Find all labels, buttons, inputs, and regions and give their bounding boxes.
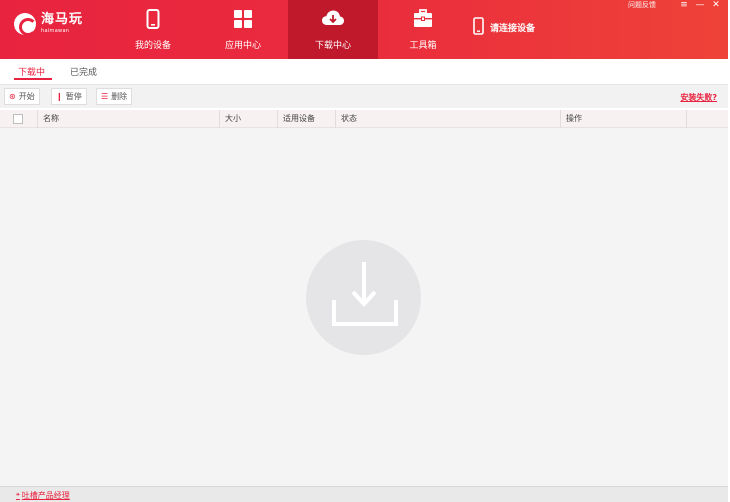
device-icon <box>473 17 484 38</box>
nav-tab-my-devices[interactable]: 我的设备 <box>108 0 198 59</box>
feedback-product-link[interactable]: ❝ 吐槽产品经理 <box>16 490 70 501</box>
start-label: 开始 <box>18 92 35 101</box>
window-controls: 问题反馈 ≡ — ✕ <box>628 0 724 10</box>
connect-device-label: 请连接设备 <box>490 24 536 34</box>
column-header-device[interactable]: 适用设备 <box>277 110 335 128</box>
download-list <box>0 128 728 486</box>
column-header-name[interactable]: 名称 <box>37 110 219 128</box>
nav-tab-label: 下载中心 <box>314 41 351 51</box>
cloud-download-icon <box>321 9 345 27</box>
column-header-status[interactable]: 状态 <box>335 110 560 128</box>
nav-tab-app-center[interactable]: 应用中心 <box>198 0 288 59</box>
column-header-action[interactable]: 操作 <box>560 110 686 128</box>
empty-state <box>306 240 421 355</box>
menu-icon[interactable]: ≡ <box>676 0 692 10</box>
minimize-icon[interactable]: — <box>692 0 708 10</box>
nav-tab-toolbox[interactable]: 工具箱 <box>378 0 468 59</box>
pause-label: 暂停 <box>65 92 82 101</box>
close-icon[interactable]: ✕ <box>708 0 724 10</box>
download-tray-icon <box>332 262 398 326</box>
app-header: 海马玩 haimawan 我的设备 应用中心 下载中心 工具箱 请连接设备 问题… <box>0 0 728 59</box>
phone-icon <box>146 9 160 29</box>
pause-button[interactable]: ❙ 暂停 <box>51 88 87 105</box>
logo-icon <box>14 13 37 36</box>
feedback-button[interactable]: 问题反馈 <box>628 0 656 10</box>
install-failed-link[interactable]: 安装失败? <box>680 92 717 103</box>
comment-icon: ❝ <box>16 491 20 500</box>
select-all-checkbox[interactable] <box>13 114 23 124</box>
connect-device-button[interactable]: 请连接设备 <box>473 17 535 38</box>
toolbox-icon <box>413 9 433 28</box>
delete-button[interactable]: ☰ 删除 <box>96 88 133 105</box>
download-subtabs: 下载中 已完成 <box>0 59 728 83</box>
start-button[interactable]: ⊛ 开始 <box>4 88 40 105</box>
grid-icon <box>233 9 253 29</box>
table-header: 名称 大小 适用设备 状态 操作 <box>0 110 728 128</box>
tab-downloading[interactable]: 下载中 <box>18 65 45 78</box>
logo-title: 海马玩 <box>41 12 84 27</box>
logo-subtitle: haimawan <box>41 28 70 34</box>
start-icon: ⊛ <box>9 92 16 101</box>
nav-tab-label: 应用中心 <box>224 41 261 51</box>
download-toolbar: ⊛ 开始 ❙ 暂停 ☰ 删除 安装失败? <box>0 84 728 108</box>
column-header-spacer <box>686 110 728 128</box>
status-bar: ❝ 吐槽产品经理 <box>0 486 728 502</box>
delete-label: 删除 <box>111 92 128 101</box>
app-logo: 海马玩 haimawan <box>14 12 84 36</box>
pause-icon: ❙ <box>56 92 63 101</box>
nav-tab-label: 工具箱 <box>409 41 437 51</box>
nav-tab-download-center[interactable]: 下载中心 <box>288 0 378 59</box>
active-tab-underline <box>14 78 52 80</box>
feedback-product-label: 吐槽产品经理 <box>21 491 70 500</box>
tab-completed[interactable]: 已完成 <box>70 65 97 78</box>
delete-icon: ☰ <box>101 92 109 101</box>
nav-tab-label: 我的设备 <box>134 41 171 51</box>
column-header-size[interactable]: 大小 <box>219 110 277 128</box>
